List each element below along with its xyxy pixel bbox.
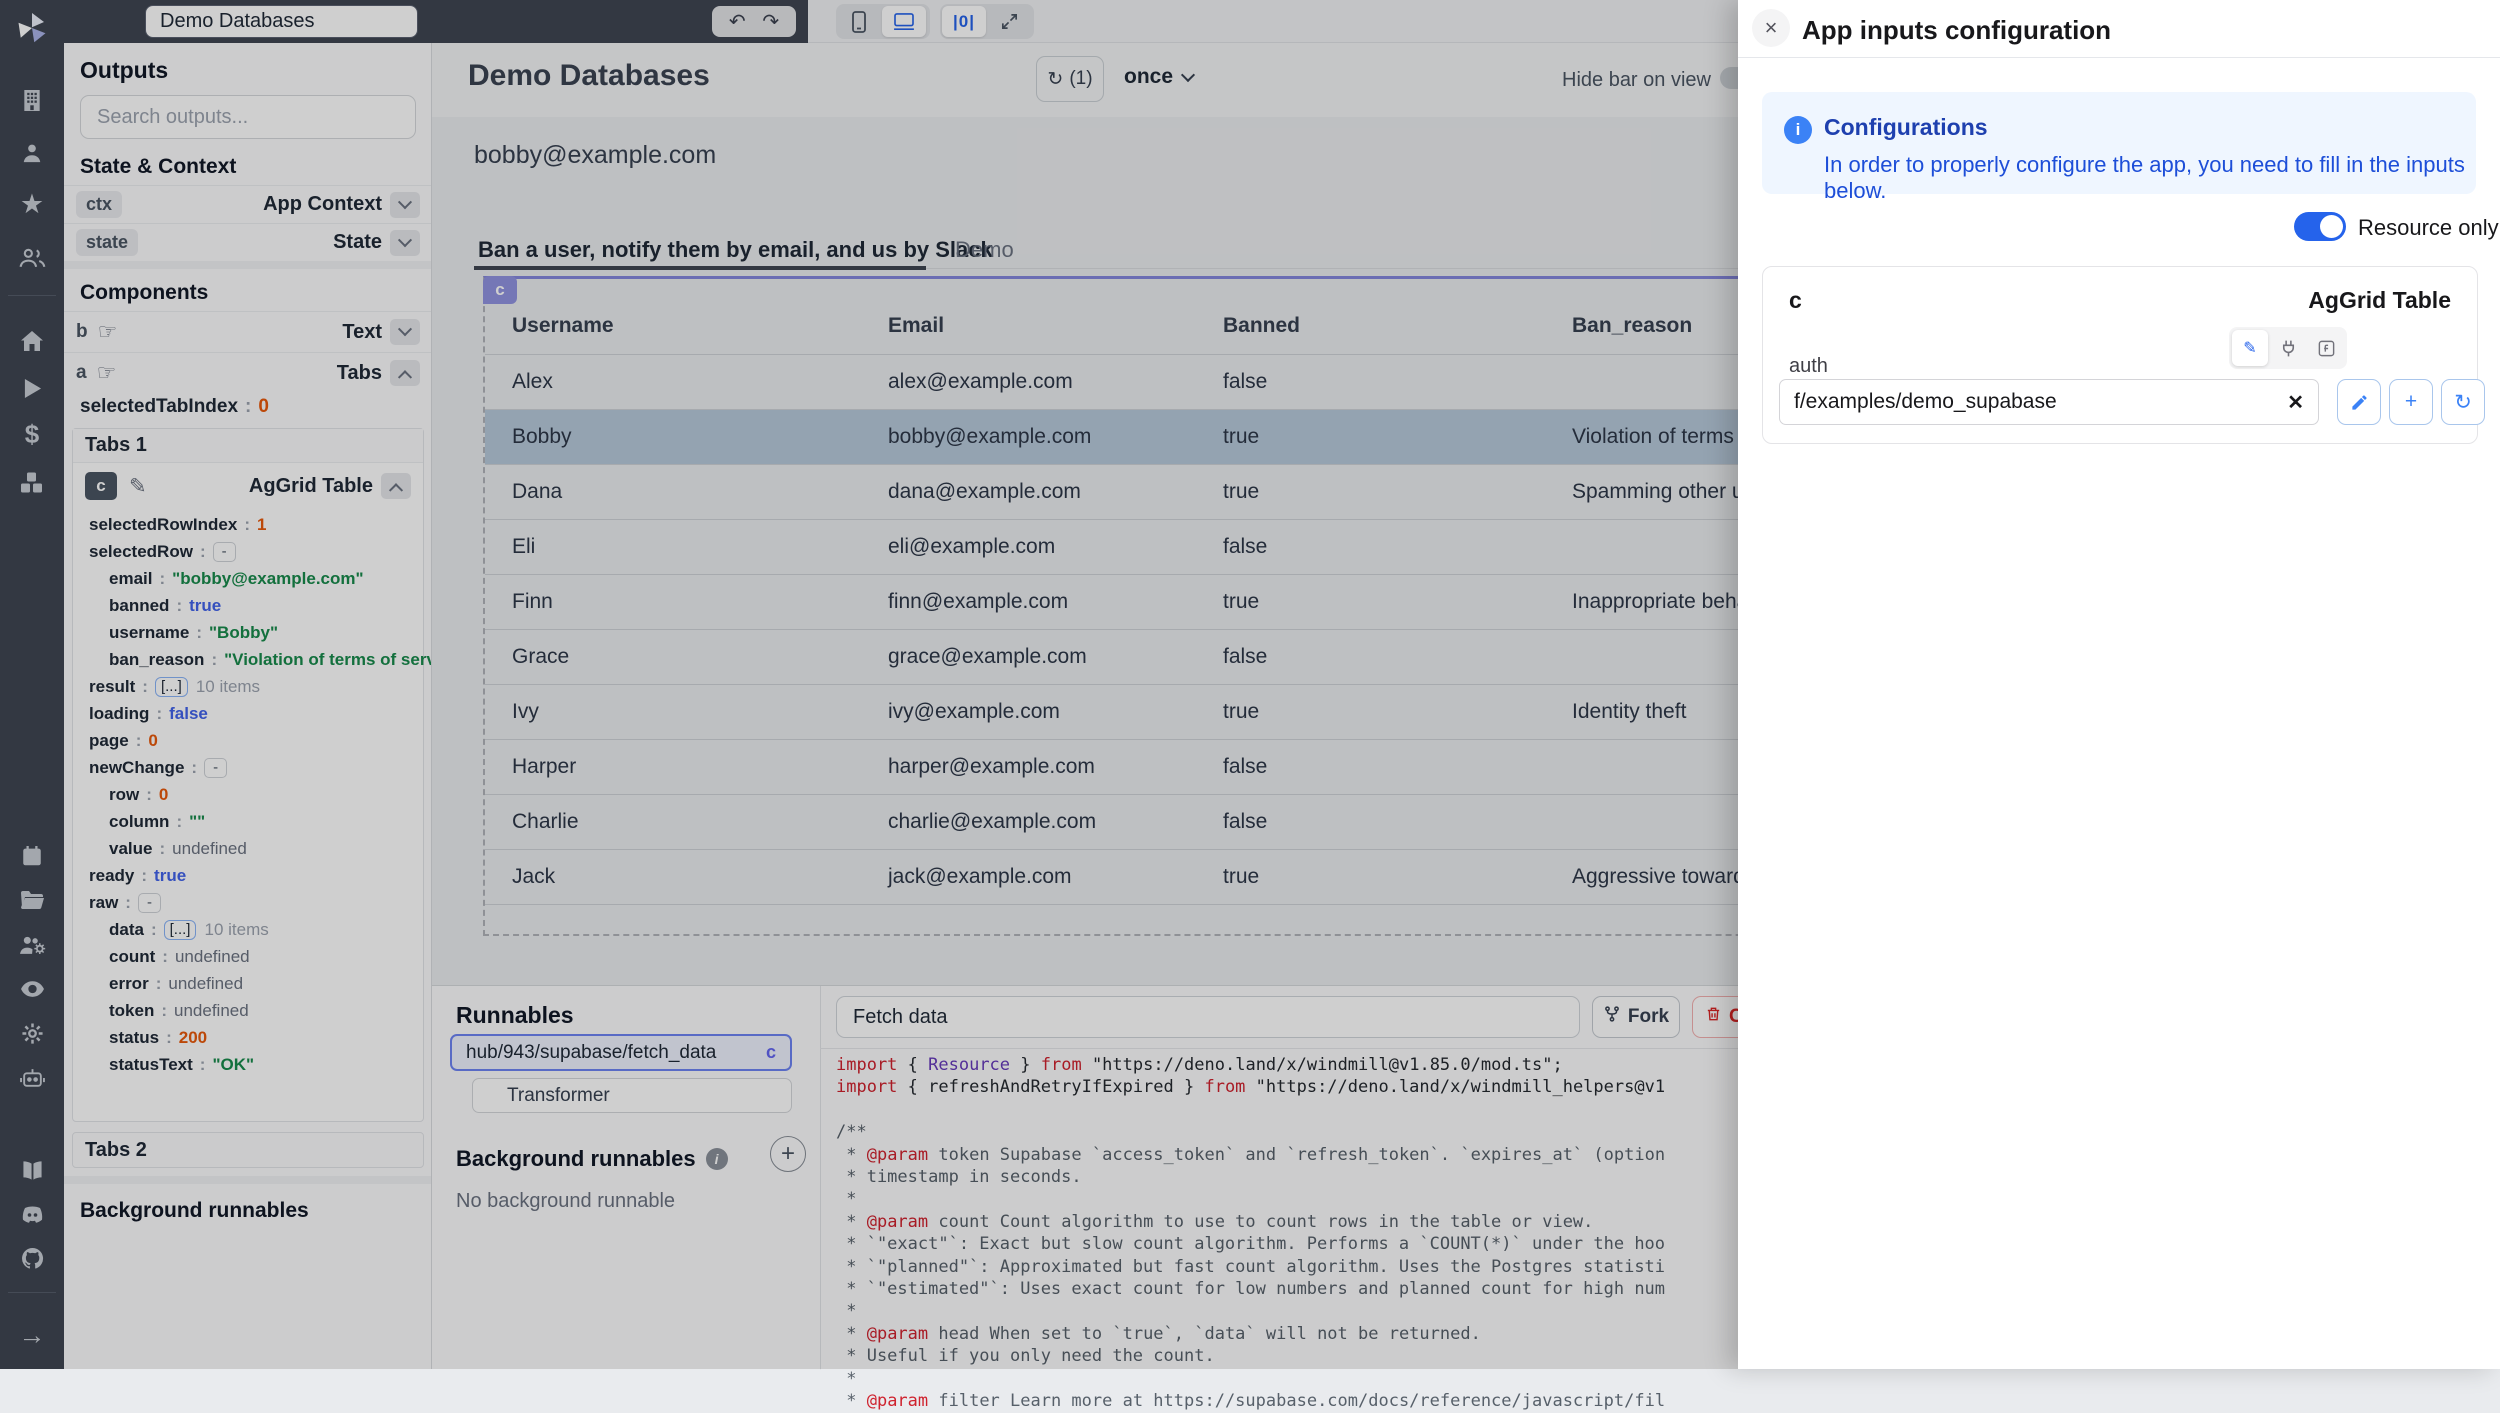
info-body: In order to properly configure the app, … — [1824, 152, 2476, 204]
clear-x-icon[interactable]: ✕ — [2273, 390, 2318, 415]
resource-input-wrap: ✕ — [1779, 379, 2319, 425]
code-line: * — [836, 1368, 2496, 1390]
static-pencil-icon[interactable]: ✎ — [2232, 330, 2268, 366]
eval-function-icon[interactable] — [2308, 330, 2344, 366]
drawer-title: App inputs configuration — [1802, 15, 2111, 46]
configurations-info-box: i Configurations In order to properly co… — [1762, 92, 2476, 194]
code-line: * @param filter Learn more at https://su… — [836, 1390, 2496, 1412]
connect-plug-icon[interactable] — [2270, 330, 2306, 366]
component-type: AgGrid Table — [2308, 287, 2451, 314]
resource-path-input[interactable] — [1780, 390, 2273, 414]
add-resource-button[interactable]: + — [2389, 379, 2433, 425]
close-icon[interactable]: × — [1752, 9, 1790, 47]
component-config-card: c AgGrid Table auth ✎ ✕ + ↻ — [1762, 266, 2478, 444]
info-icon: i — [1784, 116, 1812, 144]
app-inputs-drawer: × App inputs configuration i Configurati… — [1738, 0, 2500, 1369]
resource-only-label: Resource only — [2358, 215, 2499, 241]
edit-resource-button[interactable] — [2337, 379, 2381, 425]
auth-field-label: auth — [1789, 355, 1828, 378]
resource-only-toggle[interactable] — [2294, 212, 2346, 241]
component-id: c — [1789, 287, 1802, 314]
input-mode-group: ✎ — [2229, 327, 2347, 369]
info-title: Configurations — [1824, 114, 1988, 141]
refresh-resource-button[interactable]: ↻ — [2441, 379, 2485, 425]
